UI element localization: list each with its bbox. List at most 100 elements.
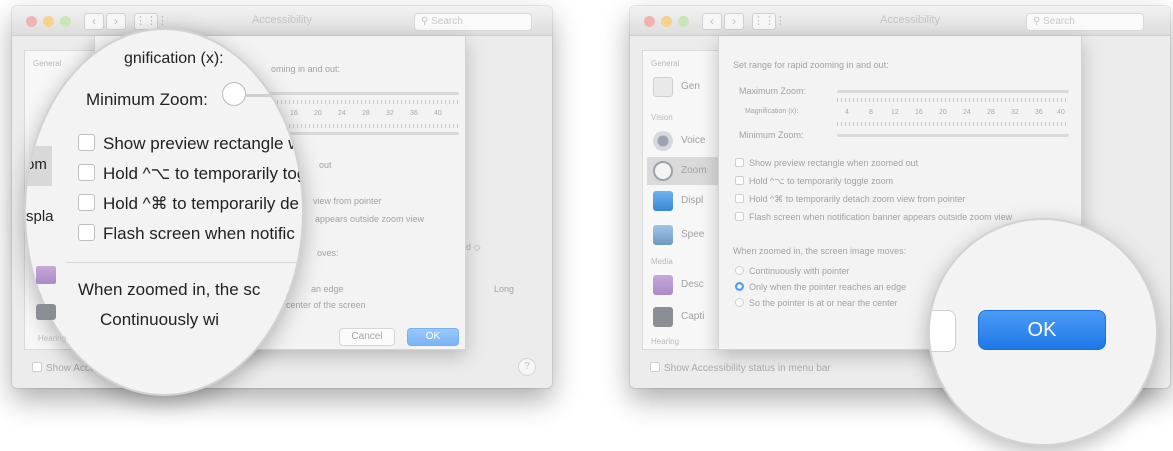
continuous-radio-zoomed[interactable]: Continuously wi xyxy=(100,310,219,330)
scale-value: 20 xyxy=(939,109,947,116)
scale-value: 16 xyxy=(290,110,298,117)
minimum-zoom-knob[interactable] xyxy=(222,82,246,106)
zoom-icon xyxy=(653,161,673,181)
status-checkbox[interactable] xyxy=(32,362,42,372)
checkbox-box[interactable] xyxy=(735,212,744,221)
status-checkbox[interactable] xyxy=(650,362,660,372)
minimum-zoom-track-zoomed xyxy=(246,94,302,97)
checkbox-flash-screen[interactable]: Flash screen when notification banner ap… xyxy=(735,212,1012,222)
status-label: Show Accessibility status in menu bar xyxy=(664,363,831,374)
forward-icon[interactable]: › xyxy=(724,13,744,30)
ok-button[interactable]: OK xyxy=(407,328,459,346)
scale-value: 8 xyxy=(869,109,873,116)
checkbox-box[interactable] xyxy=(78,164,95,181)
search-field[interactable]: ⚲ Search xyxy=(414,13,532,31)
minimum-zoom-slider[interactable] xyxy=(837,134,1069,137)
scale-value: 32 xyxy=(1011,109,1019,116)
voiceover-icon xyxy=(653,131,673,151)
checkbox-box[interactable] xyxy=(78,194,95,211)
title-bar: ‹ › ⋮⋮⋮ Accessibility ⚲ Search xyxy=(12,6,552,36)
close-window-button[interactable] xyxy=(644,16,655,27)
checkbox-box[interactable] xyxy=(735,176,744,185)
checkbox-detach-zoom[interactable]: Hold ^⌘ to temporarily detach zoom view … xyxy=(735,194,965,205)
speech-icon xyxy=(653,225,673,245)
scale-value: 28 xyxy=(987,109,995,116)
checkbox-show-preview-zoomed[interactable]: Show preview rectangle w xyxy=(78,134,300,154)
sidebar-item-descriptions[interactable] xyxy=(34,264,64,288)
show-all-grid-icon[interactable]: ⋮⋮⋮ xyxy=(752,13,786,30)
checkbox-toggle-zoom-zoomed[interactable]: Hold ^⌥ to temporarily tog xyxy=(78,164,302,184)
back-icon[interactable]: ‹ xyxy=(84,13,104,30)
moves-label-zoomed: When zoomed in, the sc xyxy=(78,280,261,299)
ok-button-zoomed[interactable]: OK xyxy=(978,310,1106,350)
checkbox-toggle-zoom[interactable]: Hold ^⌥ to temporarily toggle zoom xyxy=(735,176,893,187)
background-long-label: Long xyxy=(494,284,515,294)
descriptions-icon xyxy=(653,275,673,295)
radio-continuously[interactable]: Continuously with pointer xyxy=(735,266,850,276)
descriptions-icon xyxy=(36,266,56,284)
cancel-button[interactable]: Cancel xyxy=(339,328,395,346)
scale-value: 24 xyxy=(338,110,346,117)
window-title: Accessibility xyxy=(252,14,312,26)
radio-button[interactable] xyxy=(735,266,744,275)
scale-value: 24 xyxy=(963,109,971,116)
radio-edge[interactable]: Only when the pointer reaches an edge xyxy=(735,282,906,292)
minimize-window-button[interactable] xyxy=(43,16,54,27)
checkbox-show-preview[interactable]: Show preview rectangle when zoomed out xyxy=(735,158,918,168)
search-field[interactable]: ⚲ Search xyxy=(1026,13,1144,31)
search-placeholder: Search xyxy=(431,16,463,27)
minimize-window-button[interactable] xyxy=(661,16,672,27)
checkbox-detach-zoomed[interactable]: Hold ^⌘ to temporarily de xyxy=(78,194,299,214)
radio-button[interactable] xyxy=(735,298,744,307)
search-icon: ⚲ xyxy=(1033,16,1041,27)
sidebar-group-general: General xyxy=(33,59,62,68)
radio-center[interactable]: So the pointer is at or near the center xyxy=(735,298,898,308)
scale-value: 36 xyxy=(410,110,418,117)
scale-value: 28 xyxy=(362,110,370,117)
minimum-zoom-label-zoomed: Minimum Zoom: xyxy=(86,90,208,109)
window-title: Accessibility xyxy=(880,14,940,26)
display-icon xyxy=(653,191,673,211)
edge-radio-fragment: an edge xyxy=(311,284,344,294)
maximum-zoom-slider[interactable] xyxy=(837,90,1069,93)
range-label-fragment: oming in and out: xyxy=(271,64,341,74)
close-window-button[interactable] xyxy=(26,16,37,27)
search-icon: ⚲ xyxy=(421,16,429,27)
forward-icon[interactable]: › xyxy=(106,13,126,30)
scale-value: 36 xyxy=(1035,109,1043,116)
scale-value: 16 xyxy=(915,109,923,116)
flash-checkbox-fragment: appears outside zoom view xyxy=(315,214,425,224)
zoom-window-button[interactable] xyxy=(60,16,71,27)
sidebar-group-hearing: Hearing xyxy=(651,337,680,346)
captions-icon xyxy=(36,304,56,320)
radio-button-selected[interactable] xyxy=(735,282,744,291)
back-icon[interactable]: ‹ xyxy=(702,13,722,30)
cancel-button-zoomed[interactable] xyxy=(930,310,956,352)
sidebar-item-zoom-zoomed[interactable]: om xyxy=(26,146,52,186)
sidebar-group-general: General xyxy=(651,59,680,68)
minimum-zoom-ticks xyxy=(837,122,1069,126)
scale-value: 32 xyxy=(386,110,394,117)
checkbox-box[interactable] xyxy=(78,134,95,151)
magnification-label: Magnification (x): xyxy=(745,108,799,115)
scale-value: 12 xyxy=(891,109,899,116)
checkbox-box[interactable] xyxy=(735,158,744,167)
moves-label: When zoomed in, the screen image moves: xyxy=(733,246,907,256)
sidebar-item-display-zoomed[interactable]: spla xyxy=(26,208,54,225)
zoom-window-button[interactable] xyxy=(678,16,689,27)
checkbox-flash-zoomed[interactable]: Flash screen when notific xyxy=(78,224,295,244)
help-button[interactable]: ? xyxy=(518,358,536,376)
checkbox-box[interactable] xyxy=(78,224,95,241)
maximum-zoom-label: Maximum Zoom: xyxy=(739,86,807,96)
sidebar: General Gen Vision Voice Zoom Displ Spee… xyxy=(642,50,743,350)
scale-value: 40 xyxy=(434,110,442,117)
title-bar: ‹ › ⋮⋮⋮ Accessibility ⚲ Search xyxy=(630,6,1170,36)
sidebar-item-captions[interactable] xyxy=(34,302,64,326)
status-menu-bar-row[interactable]: Show Accessibility status in menu bar xyxy=(650,362,831,374)
captions-icon xyxy=(653,307,673,327)
moves-label-fragment: oves: xyxy=(317,248,339,258)
search-placeholder: Search xyxy=(1043,16,1075,27)
sidebar-group-vision: Vision xyxy=(651,113,673,122)
checkbox-box[interactable] xyxy=(735,194,744,203)
sidebar-group-hearing: Hearing xyxy=(38,334,67,343)
